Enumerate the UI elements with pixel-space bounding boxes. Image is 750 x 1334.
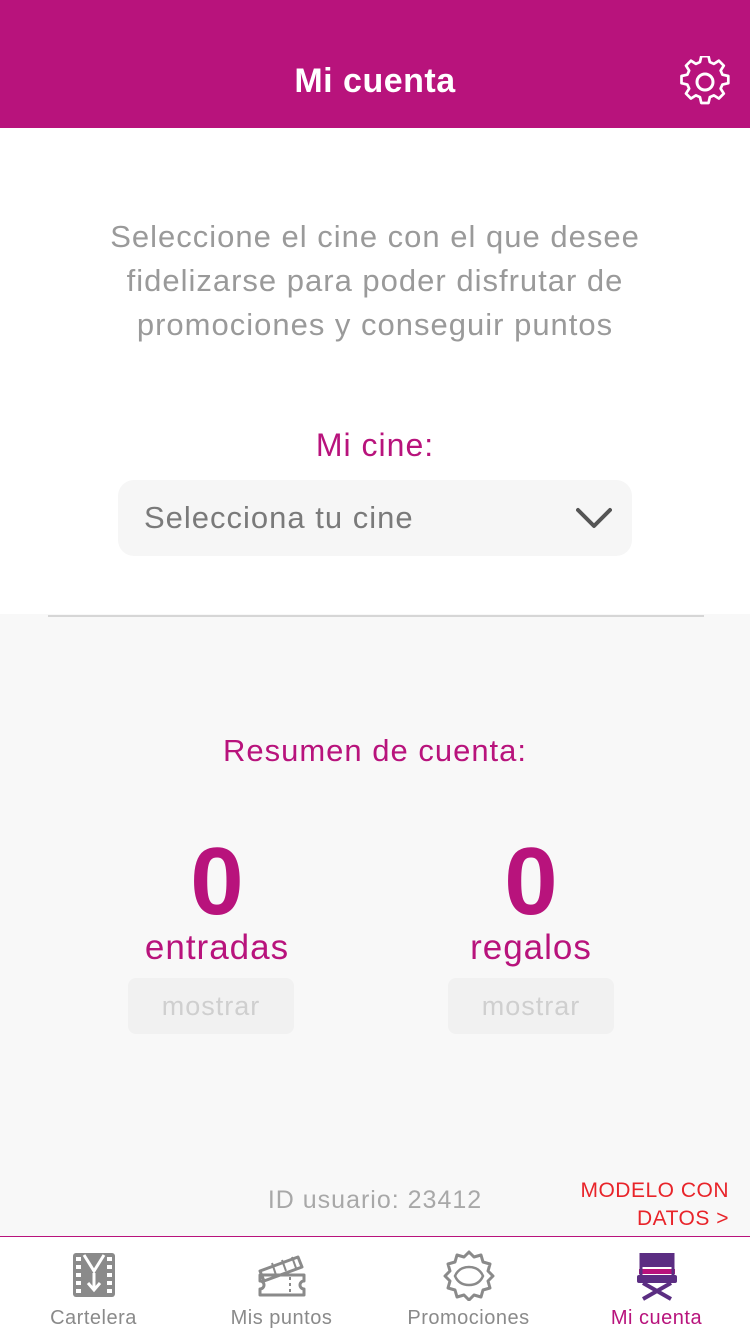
film-icon bbox=[72, 1253, 115, 1297]
show-gifts-button[interactable]: mostrar bbox=[448, 978, 614, 1034]
gifts-count: 0 bbox=[504, 828, 558, 935]
tab-cartelera[interactable]: Cartelera bbox=[0, 1237, 187, 1334]
gifts-label: regalos bbox=[470, 928, 592, 967]
show-tickets-button[interactable]: mostrar bbox=[128, 978, 294, 1034]
tickets-count: 0 bbox=[190, 828, 244, 935]
tab-label: Mis puntos bbox=[230, 1307, 333, 1329]
modelo-link-line1: MODELO CON bbox=[580, 1179, 729, 1202]
tab-promociones[interactable]: Promociones bbox=[375, 1237, 562, 1334]
cinema-label: Mi cine: bbox=[315, 427, 435, 463]
tab-label: Cartelera bbox=[50, 1307, 137, 1329]
tab-mi-cuenta[interactable]: Mi cuenta bbox=[563, 1237, 750, 1334]
cinema-select-value: Selecciona tu cine bbox=[144, 500, 414, 535]
director-chair-icon bbox=[636, 1253, 677, 1301]
badge-icon bbox=[443, 1250, 494, 1301]
summary-title: Resumen de cuenta: bbox=[222, 733, 528, 768]
tab-bar: Cartelera Mis puntos Promociones Mi cuen… bbox=[0, 1236, 750, 1334]
intro-text: Seleccione el cine con el que desee fide… bbox=[110, 219, 640, 342]
modelo-link-line2: DATOS > bbox=[636, 1207, 729, 1230]
gifts-stat: 0 regalos bbox=[411, 826, 651, 968]
tickets-stat: 0 entradas bbox=[97, 826, 337, 968]
gear-icon bbox=[680, 56, 730, 105]
divider bbox=[48, 615, 704, 617]
tab-mis-puntos[interactable]: Mis puntos bbox=[188, 1237, 375, 1334]
tickets-label: entradas bbox=[144, 928, 290, 967]
ticket-icon bbox=[258, 1255, 305, 1297]
cinema-select[interactable]: Selecciona tu cine bbox=[118, 480, 632, 556]
modelo-con-datos-link[interactable]: MODELO CON DATOS > bbox=[529, 1177, 729, 1233]
chevron-down-icon bbox=[576, 508, 612, 528]
header-bar: Mi cuenta bbox=[0, 0, 750, 128]
page-title: Mi cuenta bbox=[294, 62, 456, 100]
tab-label: Mi cuenta bbox=[610, 1307, 703, 1329]
screen: Mi cuenta Seleccione el cine con el que … bbox=[0, 0, 750, 1334]
tab-label: Promociones bbox=[407, 1307, 530, 1329]
settings-button[interactable] bbox=[678, 55, 732, 109]
